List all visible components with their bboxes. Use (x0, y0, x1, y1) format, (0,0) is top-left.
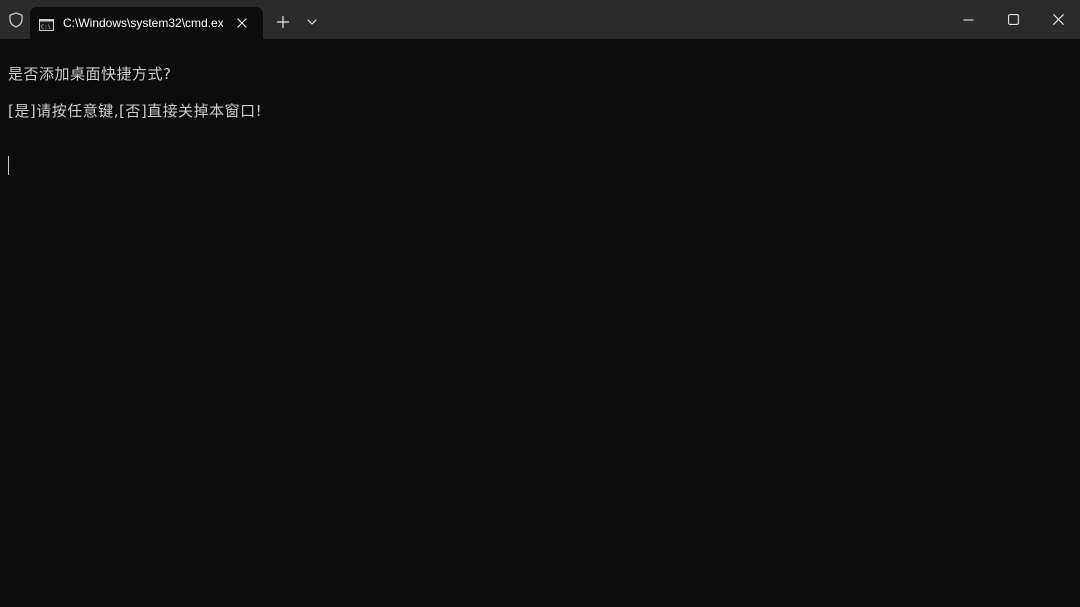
minimize-icon (963, 18, 973, 21)
console-line-instruction: [是]请按任意键,[否]直接关掉本窗口! (8, 102, 263, 120)
text-cursor (8, 156, 9, 175)
tab-title: C:\Windows\system32\cmd.ex (63, 16, 223, 30)
new-tab-button[interactable] (273, 12, 293, 32)
close-icon[interactable] (233, 14, 251, 32)
tab-dropdown-button[interactable] (302, 12, 322, 32)
maximize-button[interactable] (991, 0, 1035, 39)
console-line-prompt: 是否添加桌面快捷方式? (8, 65, 172, 83)
minimize-button[interactable] (946, 0, 990, 39)
title-bar: C:\ C:\Windows\system32\cmd.ex (0, 0, 1080, 39)
close-window-button[interactable] (1036, 0, 1080, 39)
plus-icon (277, 16, 289, 28)
svg-text:C:\: C:\ (41, 25, 51, 31)
terminal-window: C:\ C:\Windows\system32\cmd.ex 是否添加桌面快捷方… (0, 0, 1080, 607)
console-output[interactable]: 是否添加桌面快捷方式? [是]请按任意键,[否]直接关掉本窗口! (0, 39, 1080, 607)
tab-cmd[interactable]: C:\ C:\Windows\system32\cmd.ex (30, 7, 263, 39)
cmd-icon: C:\ (39, 16, 54, 31)
chevron-down-icon (307, 19, 317, 25)
maximize-icon (1007, 14, 1019, 25)
shield-icon (6, 10, 26, 30)
close-icon (1052, 14, 1064, 25)
